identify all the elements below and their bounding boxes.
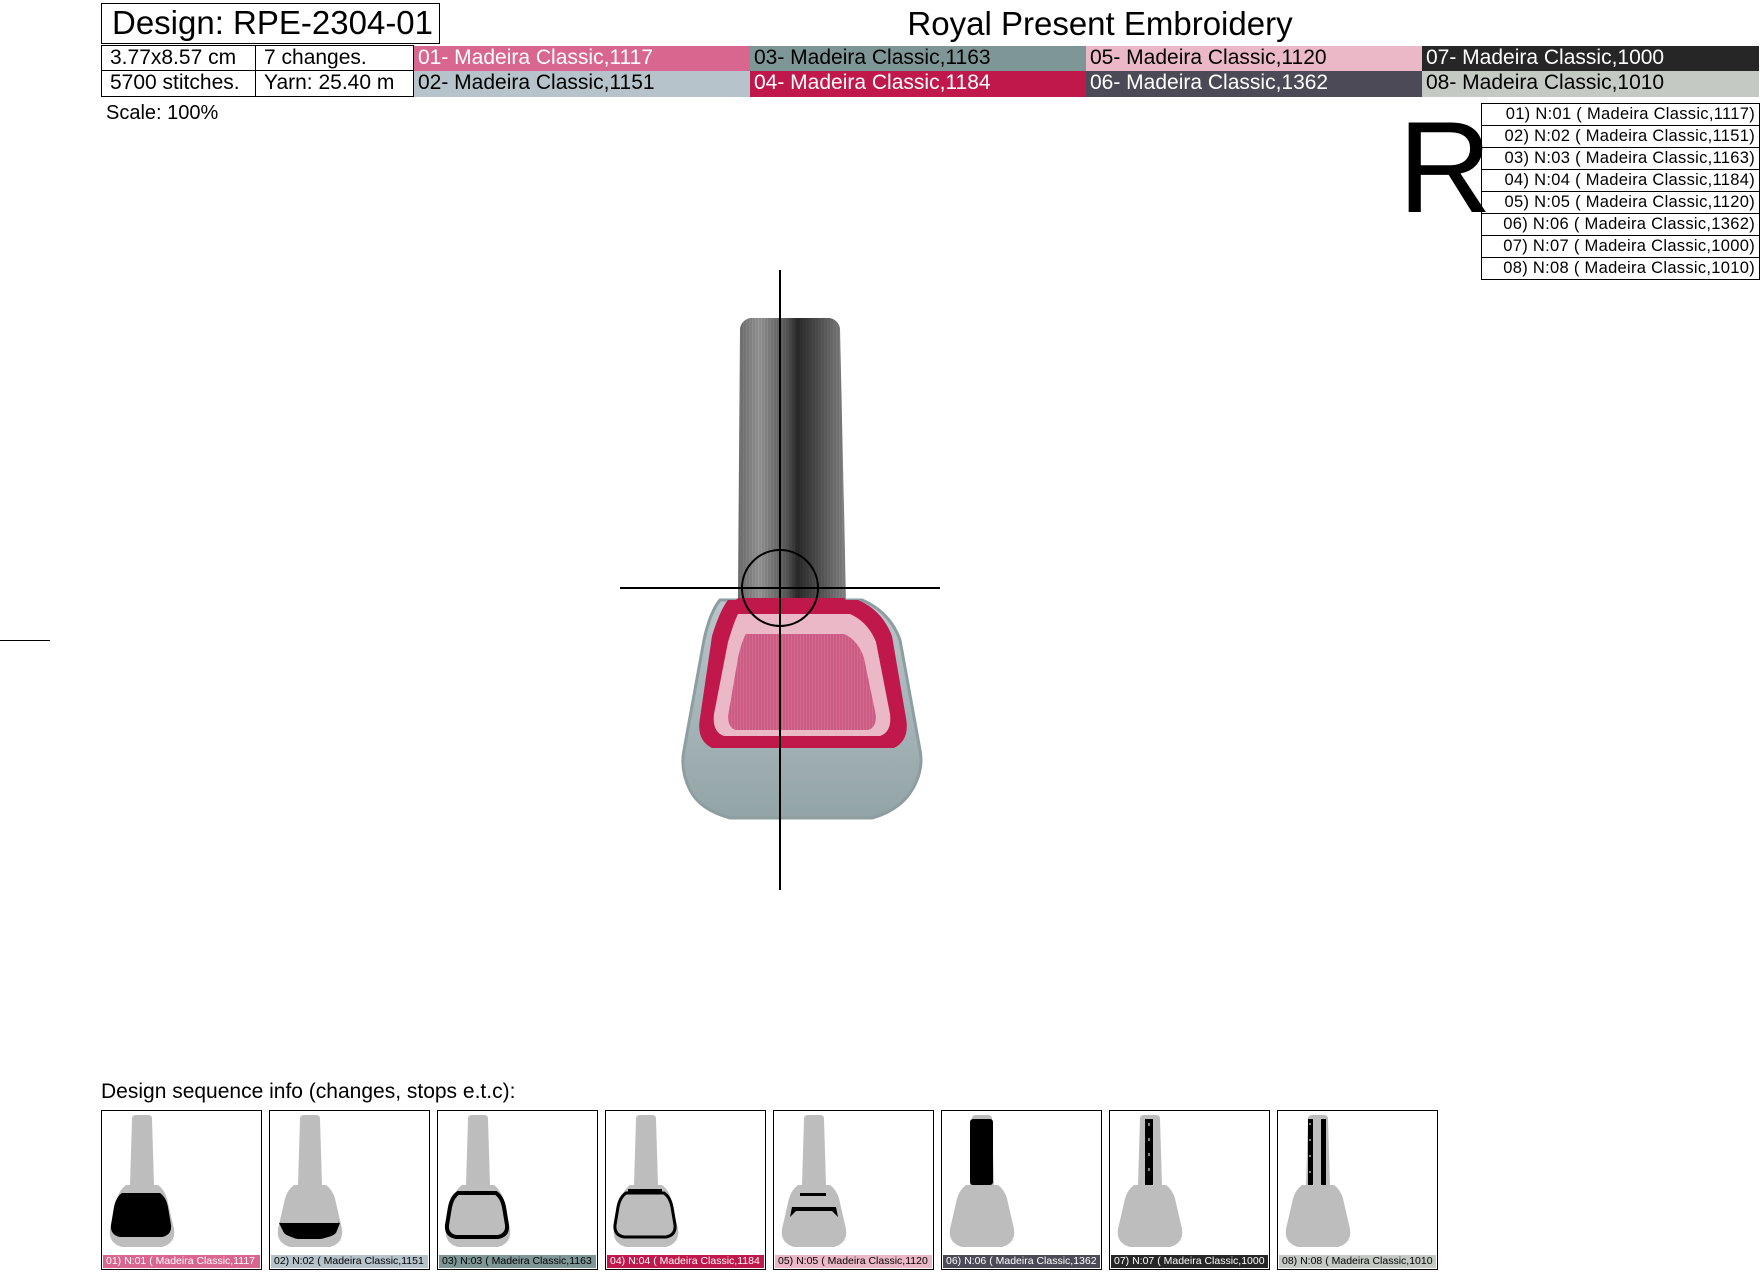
thread-legend: 01) N:01 ( Madeira Classic,1117) 02) N:02… [1481,103,1760,280]
stitch-count: 5700 stitches. [101,70,256,97]
thread-swatch: 04- Madeira Classic,1184 [750,71,1086,97]
step-label: 04) N:04 ( Madeira Classic,1184 [607,1255,764,1268]
legend-row: 03) N:03 ( Madeira Classic,1163) [1482,148,1759,170]
legend-row: 01) N:01 ( Madeira Classic,1117) [1482,104,1759,126]
color-changes: 7 changes. [255,45,414,71]
step-preview [1285,1115,1351,1247]
sequence-step-8: 08) N:08 ( Madeira Classic,1010 [1277,1110,1438,1270]
step-preview [613,1115,679,1247]
step-preview [109,1115,175,1247]
sequence-step-6: 06) N:06 ( Madeira Classic,1362 [941,1110,1102,1270]
legend-row: 02) N:02 ( Madeira Classic,1151) [1482,126,1759,148]
design-preview [620,270,940,890]
step-label: 02) N:02 ( Madeira Classic,1151 [271,1255,428,1268]
sequence-step-1: 01) N:01 ( Madeira Classic,1117 [101,1110,262,1270]
scale-label: Scale: 100% [106,102,219,124]
thread-swatch: 02- Madeira Classic,1151 [414,71,750,97]
step-preview [949,1115,1015,1247]
step-preview [1117,1115,1183,1247]
brand-name: Royal Present Embroidery [907,5,1293,42]
legend-row: 05) N:05 ( Madeira Classic,1120) [1482,192,1759,214]
step-label: 08) N:08 ( Madeira Classic,1010 [1279,1255,1436,1268]
legend-row: 06) N:06 ( Madeira Classic,1362) [1482,214,1759,236]
legend-row: 07) N:07 ( Madeira Classic,1000) [1482,236,1759,258]
sequence-step-4: 04) N:04 ( Madeira Classic,1184 [605,1110,766,1270]
design-title: Design: RPE-2304-01 [101,3,440,44]
bottle-neck [736,598,846,608]
sequence-step-2: 02) N:02 ( Madeira Classic,1151 [269,1110,430,1270]
step-preview [444,1115,511,1247]
thread-swatch: 03- Madeira Classic,1163 [750,46,1086,71]
step-preview [277,1115,343,1247]
step-label: 07) N:07 ( Madeira Classic,1000 [1111,1255,1268,1268]
step-label: 01) N:01 ( Madeira Classic,1117 [103,1255,260,1268]
thread-swatch: 05- Madeira Classic,1120 [1086,46,1422,71]
step-label: 06) N:06 ( Madeira Classic,1362 [943,1255,1100,1268]
step-label: 05) N:05 ( Madeira Classic,1120 [775,1255,932,1268]
legend-row: 04) N:04 ( Madeira Classic,1184) [1482,170,1759,192]
step-preview [781,1115,847,1247]
sequence-step-3: 03) N:03 ( Madeira Classic,1163 [437,1110,598,1270]
thread-swatch: 01- Madeira Classic,1117 [414,46,750,71]
yarn-length: Yarn: 25.40 m [255,70,414,97]
thread-swatch: 07- Madeira Classic,1000 [1422,46,1759,71]
design-size: 3.77x8.57 cm [101,45,256,71]
thread-swatch: 06- Madeira Classic,1362 [1086,71,1422,97]
sequence-step-5: 05) N:05 ( Madeira Classic,1120 [773,1110,934,1270]
orientation-mark: R [1398,94,1492,240]
margin-tick [0,640,50,641]
step-label: 03) N:03 ( Madeira Classic,1163 [439,1255,596,1268]
sequence-step-7: 07) N:07 ( Madeira Classic,1000 [1109,1110,1270,1270]
legend-row: 08) N:08 ( Madeira Classic,1010) [1482,258,1759,280]
sequence-title: Design sequence info (changes, stops e.t… [101,1080,516,1103]
